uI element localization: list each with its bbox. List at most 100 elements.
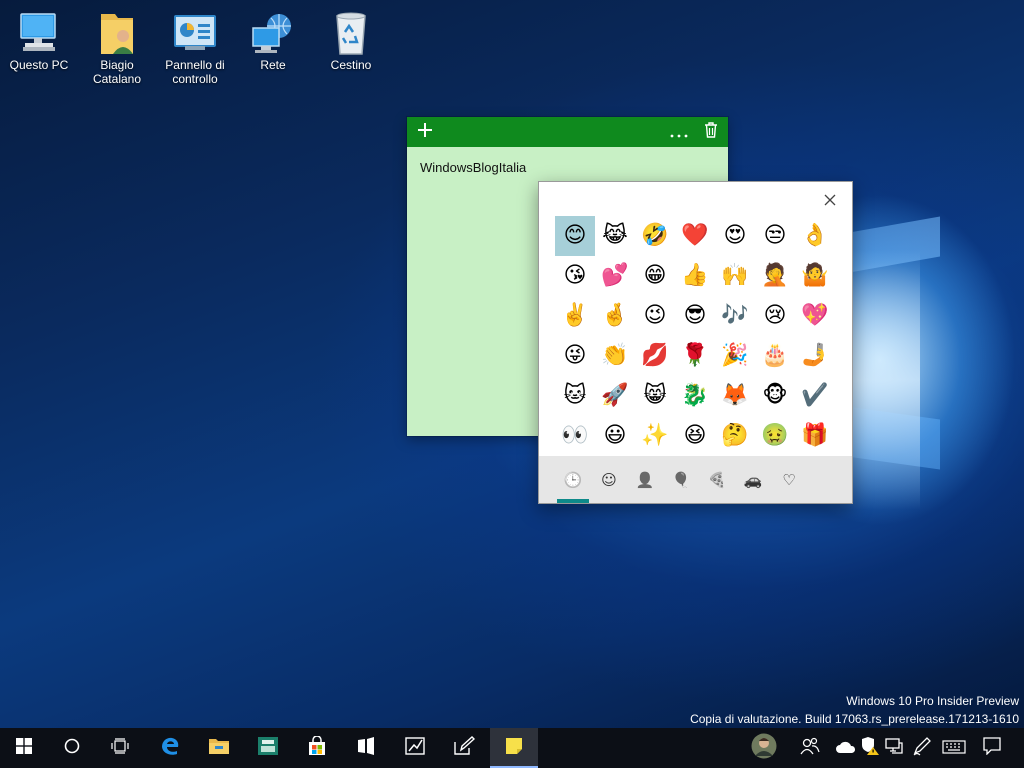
network-button[interactable] <box>882 728 906 768</box>
emoji-cell[interactable]: 🤔 <box>715 416 755 456</box>
edge-button[interactable] <box>146 728 194 768</box>
desktop-icon-user-folder[interactable]: Biagio Catalano <box>78 10 156 86</box>
ethernet-icon <box>884 737 904 759</box>
desktop-icon-control-panel[interactable]: Pannello di controllo <box>156 10 234 86</box>
emoji-cell[interactable]: 🤞 <box>595 296 635 336</box>
emoji-cell[interactable]: 😹 <box>595 216 635 256</box>
emoji-tab-pizza[interactable]: 🍕 <box>699 456 735 503</box>
emoji-cell[interactable]: ✨ <box>635 416 675 456</box>
add-note-button[interactable] <box>409 117 441 147</box>
windows-logo-icon <box>16 738 32 758</box>
people-button[interactable] <box>798 728 822 768</box>
watermark-build: Copia di valutazione. Build 17063.rs_pre… <box>690 712 1019 726</box>
emoji-cell[interactable]: 🎁 <box>795 416 835 456</box>
emoji-cell[interactable]: 🎂 <box>755 336 795 376</box>
store-button[interactable] <box>293 728 341 768</box>
folder-icon <box>208 737 230 759</box>
pen-icon <box>453 736 476 760</box>
emoji-cell[interactable]: 😢 <box>755 296 795 336</box>
emoji-cell[interactable]: 👌 <box>795 216 835 256</box>
start-button[interactable] <box>0 728 48 768</box>
sticky-note-text[interactable]: WindowsBlogItalia <box>420 160 526 175</box>
emoji-cell[interactable]: 🤦 <box>755 256 795 296</box>
action-center-button[interactable] <box>980 728 1004 768</box>
emoji-cell[interactable]: ✌️ <box>555 296 595 336</box>
desktop-icon-label: Biagio Catalano <box>92 58 142 86</box>
emoji-cell[interactable]: 😃 <box>595 416 635 456</box>
emoji-cell[interactable]: 🐵 <box>755 376 795 416</box>
emoji-cell[interactable]: 😍 <box>715 216 755 256</box>
avatar[interactable] <box>750 728 778 768</box>
emoji-cell[interactable]: 👍 <box>675 256 715 296</box>
emoji-cell[interactable]: 😁 <box>635 256 675 296</box>
cortana-circle-icon <box>64 738 80 758</box>
file-explorer-button[interactable] <box>195 728 243 768</box>
emoji-cell[interactable]: 😎 <box>675 296 715 336</box>
cloud-icon <box>835 739 857 758</box>
control-panel-icon <box>171 10 219 56</box>
emoji-cell[interactable]: 👀 <box>555 416 595 456</box>
emoji-cell[interactable]: 🤢 <box>755 416 795 456</box>
desktop-icon-this-pc[interactable]: Questo PC <box>0 10 78 72</box>
emoji-cell[interactable]: 🎶 <box>715 296 755 336</box>
emoji-cell[interactable]: 🚀 <box>595 376 635 416</box>
sticky-note-header[interactable] <box>407 117 728 147</box>
emoji-tab-people[interactable]: 👤 <box>627 456 663 503</box>
emoji-cell[interactable]: 😆 <box>675 416 715 456</box>
store-icon <box>307 735 327 760</box>
trash-icon <box>704 122 718 142</box>
build-watermark: Windows 10 Pro Insider Preview Copia di … <box>690 692 1019 728</box>
task-view-button[interactable] <box>96 728 144 768</box>
sketch-icon <box>404 736 426 760</box>
onedrive-button[interactable] <box>834 728 858 768</box>
emoji-cell[interactable]: 😊 <box>555 216 595 256</box>
emoji-cell[interactable]: 💕 <box>595 256 635 296</box>
emoji-tab-recent-clock[interactable]: 🕒 <box>555 456 591 503</box>
sticky-notes-button[interactable] <box>490 728 538 768</box>
emoji-cell[interactable]: 😒 <box>755 216 795 256</box>
emoji-cell[interactable]: 😘 <box>555 256 595 296</box>
watermark-edition: Windows 10 Pro Insider Preview <box>846 694 1019 708</box>
emoji-cell[interactable]: 🤣 <box>635 216 675 256</box>
emoji-tab-balloon[interactable]: 🎈 <box>663 456 699 503</box>
emoji-cell[interactable]: 🙌 <box>715 256 755 296</box>
emoji-cell[interactable]: 🐉 <box>675 376 715 416</box>
heart-icon: ♡ <box>782 470 796 489</box>
emoji-cell[interactable]: 🦊 <box>715 376 755 416</box>
emoji-tab-car[interactable]: 🚗 <box>735 456 771 503</box>
notes-app-button[interactable] <box>440 728 488 768</box>
desktop-icon-recycle-bin[interactable]: Cestino <box>312 10 390 72</box>
sketch-app-button[interactable] <box>391 728 439 768</box>
cortana-button[interactable] <box>48 728 96 768</box>
emoji-cell[interactable]: ✔️ <box>795 376 835 416</box>
desktop-icon-label: Questo PC <box>9 58 69 72</box>
emoji-cell[interactable]: 😜 <box>555 336 595 376</box>
emoji-cell[interactable]: 💋 <box>635 336 675 376</box>
emoji-cell[interactable]: 🤷 <box>795 256 835 296</box>
defender-button[interactable] <box>858 728 882 768</box>
app-button[interactable] <box>244 728 292 768</box>
emoji-cell[interactable]: 🤳 <box>795 336 835 376</box>
emoji-cell[interactable]: 😸 <box>635 376 675 416</box>
desktop-icon-label: Pannello di controllo <box>165 58 225 86</box>
emoji-tab-heart[interactable]: ♡ <box>771 456 807 503</box>
emoji-tab-smiley[interactable]: ☺ <box>591 456 627 503</box>
emoji-cell[interactable]: 😉 <box>635 296 675 336</box>
user-folder-icon <box>93 10 141 56</box>
pen-workspace-button[interactable] <box>910 728 934 768</box>
taskbar <box>0 728 1024 768</box>
desktop-icon-network[interactable]: Rete <box>234 10 312 72</box>
delete-note-button[interactable] <box>695 117 727 147</box>
emoji-cell[interactable]: 💖 <box>795 296 835 336</box>
emoji-cell[interactable]: 🎉 <box>715 336 755 376</box>
keyboard-icon <box>942 739 966 758</box>
note-menu-button[interactable] <box>663 117 695 147</box>
windows-app-button[interactable] <box>342 728 390 768</box>
close-button[interactable] <box>818 188 842 212</box>
emoji-cell[interactable]: 🐱 <box>555 376 595 416</box>
touch-keyboard-button[interactable] <box>940 728 968 768</box>
printer-app-icon <box>257 736 279 760</box>
emoji-cell[interactable]: 🌹 <box>675 336 715 376</box>
emoji-cell[interactable]: ❤️ <box>675 216 715 256</box>
emoji-cell[interactable]: 👏 <box>595 336 635 376</box>
